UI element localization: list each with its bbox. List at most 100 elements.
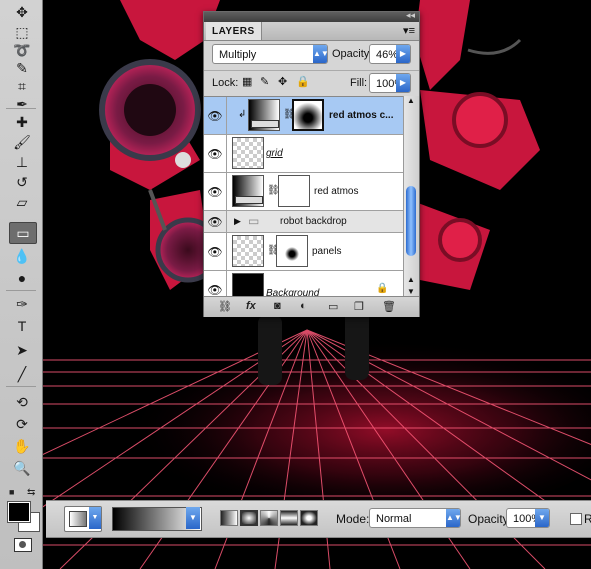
- scroll-up-icon[interactable]: ▲: [407, 275, 415, 284]
- lock-all-icon[interactable]: 🔒: [296, 75, 310, 88]
- lock-label: Lock:: [212, 77, 239, 89]
- mode-value: Normal: [376, 513, 412, 525]
- lock-row: Lock: ▦ ✎ ✥ 🔒 Fill: 100% ▶: [204, 70, 419, 95]
- layer-row[interactable]: 👁 ⛓ red atmos: [204, 173, 403, 211]
- adjustment-layer-icon[interactable]: ◐: [300, 300, 307, 312]
- panel-titlebar[interactable]: ◂◂: [204, 10, 419, 22]
- fill-label: Fill:: [350, 77, 368, 89]
- layer-mask-thumbnail[interactable]: [278, 175, 310, 207]
- gradient-tool-preset-icon[interactable]: ▼: [64, 506, 102, 532]
- lock-icon: 🔒: [376, 283, 389, 294]
- scroll-down-icon[interactable]: ▼: [407, 287, 415, 296]
- layer-row[interactable]: 👁 Background 🔒: [204, 271, 403, 297]
- layer-name: grid: [266, 148, 283, 159]
- layer-row[interactable]: 👁 grid: [204, 135, 403, 173]
- hand-tool-icon[interactable]: ✋: [9, 436, 35, 456]
- eraser-tool-icon[interactable]: ▱: [9, 192, 35, 212]
- reflected-gradient-button[interactable]: [280, 510, 298, 526]
- visibility-eye-icon[interactable]: 👁: [204, 135, 227, 172]
- reverse-label: Re: [584, 512, 591, 526]
- default-colors-icon[interactable]: ■: [9, 487, 14, 497]
- layer-thumbnail: [232, 137, 264, 169]
- layer-mask-thumbnail[interactable]: [292, 99, 324, 131]
- quick-mask-icon[interactable]: [14, 538, 32, 552]
- add-mask-icon[interactable]: ◙: [274, 300, 281, 312]
- opacity-label: Opacity:: [332, 48, 373, 60]
- line-tool-icon[interactable]: ╱: [9, 364, 35, 384]
- fx-icon[interactable]: fx: [246, 300, 256, 312]
- crop-tool-icon[interactable]: ⌗: [9, 76, 35, 96]
- visibility-eye-icon[interactable]: 👁: [204, 233, 227, 270]
- layers-scrollbar[interactable]: ▲ ▲ ▼: [403, 96, 419, 296]
- type-tool-icon[interactable]: T: [9, 316, 35, 336]
- panel-menu-icon[interactable]: ▾≡: [403, 24, 415, 37]
- scrollbar-thumb[interactable]: [406, 186, 416, 256]
- layer-thumbnail: [232, 235, 264, 267]
- blend-mode-select[interactable]: Multiply ▲▼: [212, 44, 329, 64]
- visibility-eye-icon[interactable]: 👁: [204, 211, 227, 232]
- lock-pixels-icon[interactable]: ✎: [260, 75, 269, 88]
- folder-icon: ▭: [248, 214, 260, 228]
- angle-gradient-button[interactable]: [260, 510, 278, 526]
- mode-select[interactable]: Normal ▲▼: [369, 508, 462, 528]
- diamond-gradient-button[interactable]: [300, 510, 318, 526]
- expand-arrow-icon[interactable]: ▶: [234, 216, 241, 227]
- layer-name: panels: [312, 246, 342, 257]
- brush-tool-icon[interactable]: 🖌: [9, 132, 35, 152]
- mode-label: Mode:: [336, 512, 370, 526]
- collapse-icon[interactable]: ◂◂: [406, 10, 415, 21]
- blur-tool-icon[interactable]: 💧: [9, 246, 35, 266]
- radial-gradient-button[interactable]: [240, 510, 258, 526]
- blend-row: Multiply ▲▼ Opacity: 46% ▶: [204, 42, 419, 66]
- tool-separator: [6, 386, 36, 387]
- 3d-rotate-tool-icon[interactable]: ⟲: [9, 392, 35, 412]
- clone-stamp-tool-icon[interactable]: ⊥: [9, 152, 35, 172]
- layer-thumbnail: [248, 99, 280, 131]
- swap-colors-icon[interactable]: ⇆: [27, 487, 35, 498]
- layer-name: red atmos: [314, 186, 359, 197]
- chevron-down-icon: ▲▼: [313, 45, 329, 63]
- zoom-tool-icon[interactable]: 🔍: [9, 458, 35, 478]
- move-tool-icon[interactable]: ✥: [9, 2, 35, 22]
- layer-thumbnail: [232, 273, 264, 297]
- tab-layers[interactable]: LAYERS: [206, 22, 262, 40]
- path-select-tool-icon[interactable]: ➤: [9, 340, 35, 360]
- visibility-eye-icon[interactable]: 👁: [204, 271, 227, 297]
- trash-icon[interactable]: 🗑: [382, 300, 396, 313]
- layer-group-row[interactable]: 👁 ▶ ▭ robot backdrop: [204, 211, 403, 233]
- chevron-down-icon: ▲▼: [446, 509, 462, 527]
- foreground-color-swatch[interactable]: [7, 501, 31, 523]
- tool-separator: [6, 290, 36, 291]
- layer-list: 👁 ↲ ⛓ red atmos c... 👁 grid 👁 ⛓ red atmo…: [204, 96, 403, 297]
- lasso-tool-icon[interactable]: ➰: [9, 40, 35, 60]
- layer-mask-thumbnail[interactable]: [276, 235, 308, 267]
- history-brush-tool-icon[interactable]: ↺: [9, 172, 35, 192]
- layer-row[interactable]: 👁 ⛓ panels: [204, 233, 403, 271]
- link-layers-icon[interactable]: ⛓: [218, 300, 232, 313]
- quick-select-tool-icon[interactable]: ✎: [9, 58, 35, 78]
- new-layer-icon[interactable]: ❐: [354, 300, 364, 313]
- layer-opacity-field[interactable]: 46% ▶: [369, 44, 411, 64]
- layer-row[interactable]: 👁 ↲ ⛓ red atmos c...: [204, 97, 403, 135]
- gradient-tool-icon[interactable]: ▭: [9, 222, 37, 244]
- chevron-down-icon: ▶: [396, 74, 410, 92]
- pen-tool-icon[interactable]: ✑: [9, 294, 35, 314]
- visibility-eye-icon[interactable]: 👁: [204, 173, 227, 210]
- dodge-tool-icon[interactable]: ●: [9, 268, 35, 288]
- linear-gradient-button[interactable]: [220, 510, 238, 526]
- lock-position-icon[interactable]: ✥: [278, 75, 287, 88]
- eyedropper-tool-icon[interactable]: ✒: [9, 94, 35, 114]
- clipping-arrow-icon: ↲: [238, 109, 247, 120]
- gradient-picker-arrow-icon[interactable]: ▼: [186, 507, 200, 529]
- scroll-up-icon[interactable]: ▲: [407, 96, 415, 105]
- opacity-field[interactable]: 100% ▼: [506, 508, 550, 528]
- new-group-icon[interactable]: ▭: [328, 300, 338, 313]
- reverse-checkbox[interactable]: [570, 513, 582, 525]
- fill-field[interactable]: 100% ▶: [369, 73, 411, 93]
- chevron-down-icon: ▶: [396, 45, 410, 63]
- healing-brush-tool-icon[interactable]: ✚: [9, 112, 35, 132]
- marquee-tool-icon[interactable]: ⬚: [9, 22, 35, 42]
- lock-transparency-icon[interactable]: ▦: [242, 75, 252, 88]
- visibility-eye-icon[interactable]: 👁: [204, 97, 227, 134]
- 3d-orbit-tool-icon[interactable]: ⟳: [9, 414, 35, 434]
